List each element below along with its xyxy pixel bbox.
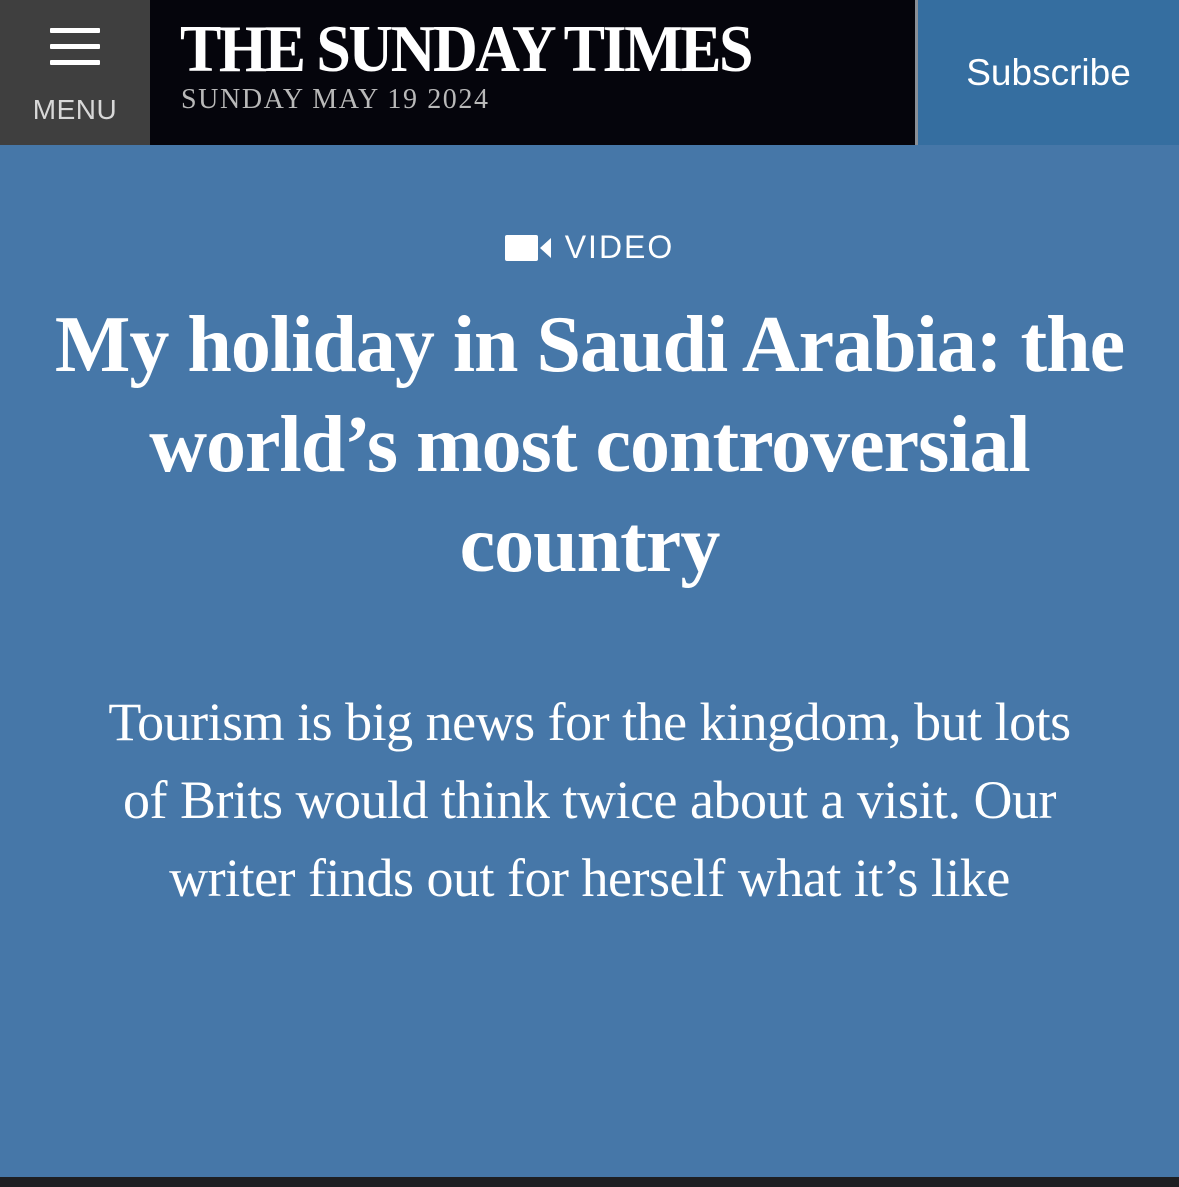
article-label: VIDEO (0, 229, 1179, 266)
bottom-bar (0, 1177, 1179, 1187)
page: MENU THE SUNDAY TIMES SUNDAY MAY 19 2024… (0, 0, 1179, 1187)
video-label: VIDEO (564, 229, 675, 265)
article-hero: VIDEO My holiday in Saudi Arabia: the wo… (0, 145, 1179, 1177)
article-standfirst: Tourism is big news for the kingdom, but… (108, 692, 1071, 908)
masthead[interactable]: THE SUNDAY TIMES SUNDAY MAY 19 2024 (150, 0, 915, 145)
article-headline: My holiday in Saudi Arabia: the world’s … (54, 301, 1125, 589)
menu-label: MENU (32, 94, 118, 125)
video-camera-icon (504, 234, 551, 261)
menu-button[interactable]: MENU (0, 0, 150, 145)
hamburger-icon (50, 28, 100, 66)
site-header: MENU THE SUNDAY TIMES SUNDAY MAY 19 2024… (0, 0, 1179, 150)
masthead-date: SUNDAY MAY 19 2024 (181, 84, 490, 115)
masthead-logo: THE SUNDAY TIMES (180, 12, 754, 87)
subscribe-button[interactable]: Subscribe (918, 0, 1179, 145)
